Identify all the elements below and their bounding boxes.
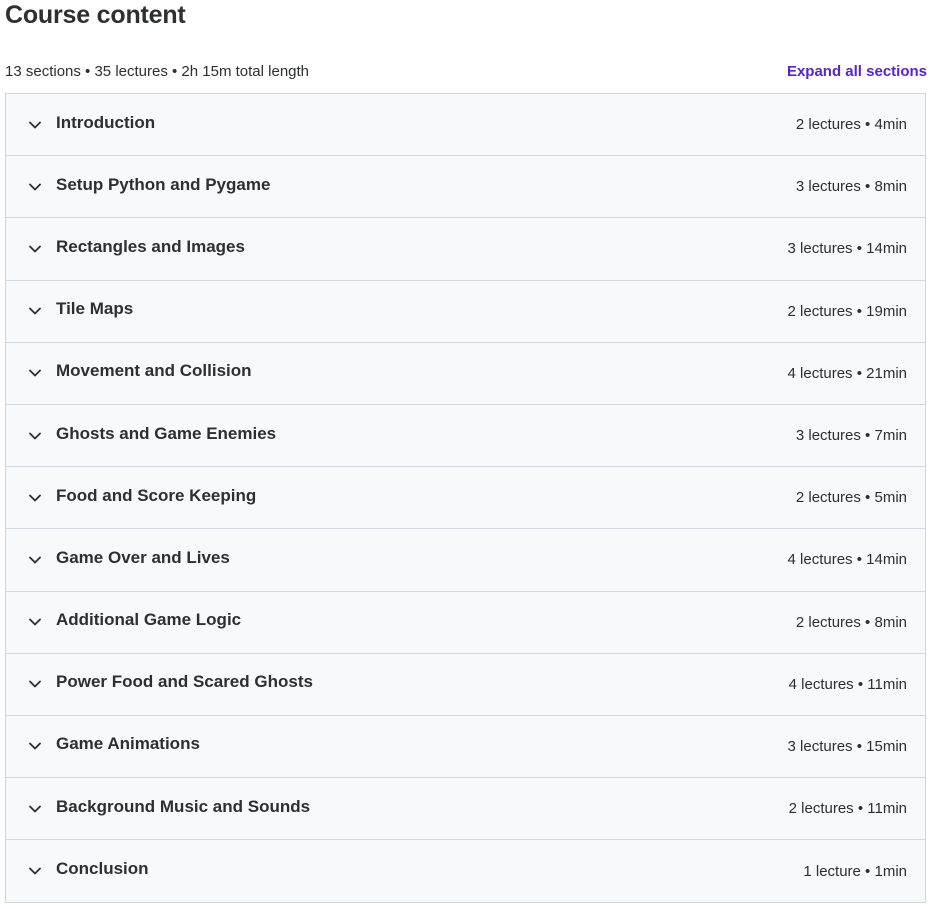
section-title: Game Over and Lives (56, 547, 230, 567)
section-meta: 2 lectures • 19min (787, 302, 907, 320)
section-row-game-animations[interactable]: Game Animations 3 lectures • 15min (6, 715, 925, 779)
section-row-conclusion[interactable]: Conclusion 1 lecture • 1min (6, 840, 925, 903)
section-meta: 2 lectures • 4min (795, 116, 907, 134)
section-row-rectangles-and-images[interactable]: Rectangles and Images 3 lectures • 14min (6, 218, 925, 281)
section-row-setup-python-and-pygame[interactable]: Setup Python and Pygame 3 lectures • 8mi… (6, 156, 925, 219)
chevron-down-icon (28, 304, 42, 318)
course-summary: 13 sections • 35 lectures • 2h 15m total… (5, 62, 310, 80)
section-row-game-over-and-lives[interactable]: Game Over and Lives 4 lectures • 14min (6, 529, 925, 592)
section-title: Rectangles and Images (56, 236, 245, 256)
chevron-down-icon (28, 118, 42, 132)
section-title: Ghosts and Game Enemies (56, 423, 277, 443)
section-row-power-food-and-scared-ghosts[interactable]: Power Food and Scared Ghosts 4 lectures … (6, 653, 925, 716)
section-row-ghosts-and-game-enemies[interactable]: Ghosts and Game Enemies 3 lectures • 7mi… (6, 404, 925, 468)
section-meta: 1 lecture • 1min (803, 862, 907, 880)
section-row-movement-and-collision[interactable]: Movement and Collision 4 lectures • 21mi… (6, 342, 925, 405)
section-title: Tile Maps (56, 299, 134, 319)
section-meta: 3 lectures • 15min (787, 737, 907, 755)
chevron-down-icon (28, 739, 42, 753)
chevron-down-icon (28, 553, 42, 567)
section-meta: 4 lectures • 11min (788, 675, 907, 693)
section-title: Power Food and Scared Ghosts (56, 672, 313, 692)
chevron-down-icon (28, 366, 42, 380)
chevron-down-icon (28, 802, 42, 816)
expand-all-sections-button[interactable]: Expand all sections (787, 63, 927, 80)
section-title: Setup Python and Pygame (56, 174, 271, 194)
section-meta: 2 lectures • 5min (795, 489, 907, 507)
section-row-tile-maps[interactable]: Tile Maps 2 lectures • 19min (6, 280, 925, 343)
section-title: Background Music and Sounds (56, 796, 311, 816)
section-row-additional-game-logic[interactable]: Additional Game Logic 2 lectures • 8min (6, 591, 925, 654)
chevron-down-icon (28, 491, 42, 505)
chevron-down-icon (28, 864, 42, 878)
chevron-down-icon (28, 242, 42, 256)
section-meta: 4 lectures • 14min (787, 551, 907, 569)
chevron-down-icon (28, 429, 42, 443)
section-meta: 4 lectures • 21min (787, 364, 907, 382)
section-row-background-music-and-sounds[interactable]: Background Music and Sounds 2 lectures •… (6, 778, 925, 841)
sections-list: Introduction 2 lectures • 4min Setup Pyt… (5, 93, 926, 904)
page-title: Course content (5, 1, 186, 29)
section-meta: 3 lectures • 14min (787, 240, 907, 258)
section-title: Food and Score Keeping (56, 485, 257, 505)
section-row-introduction[interactable]: Introduction 2 lectures • 4min (6, 94, 925, 157)
section-title: Game Animations (56, 734, 200, 754)
chevron-down-icon (28, 615, 42, 629)
section-meta: 3 lectures • 7min (795, 427, 907, 445)
section-title: Additional Game Logic (56, 610, 242, 630)
chevron-down-icon (28, 180, 42, 194)
section-meta: 2 lectures • 11min (788, 800, 907, 818)
section-meta: 3 lectures • 8min (795, 178, 907, 196)
section-title: Introduction (56, 112, 156, 132)
section-meta: 2 lectures • 8min (795, 613, 907, 631)
section-title: Movement and Collision (56, 361, 252, 381)
section-row-food-and-score-keeping[interactable]: Food and Score Keeping 2 lectures • 5min (6, 467, 925, 530)
course-summary-bar: 13 sections • 35 lectures • 2h 15m total… (5, 60, 927, 82)
chevron-down-icon (28, 677, 42, 691)
section-title: Conclusion (56, 859, 149, 879)
